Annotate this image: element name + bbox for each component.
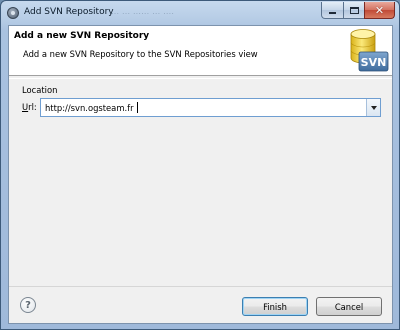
banner-separator bbox=[9, 78, 392, 79]
button-bar-separator bbox=[9, 286, 392, 287]
title-bar[interactable]: Add SVN Repository ... ... ...... ... ..… bbox=[1, 1, 399, 27]
help-button[interactable]: ? bbox=[20, 297, 36, 313]
banner-description: Add a new SVN Repository to the SVN Repo… bbox=[23, 49, 258, 59]
url-dropdown-button[interactable] bbox=[366, 99, 380, 116]
url-label-rest: rl: bbox=[28, 102, 37, 112]
svn-repository-icon: SVN bbox=[350, 29, 389, 72]
maximize-icon bbox=[349, 6, 359, 14]
background-ghost-text: ... ... ...... ... .... bbox=[111, 7, 175, 16]
finish-button[interactable]: Finish bbox=[242, 297, 308, 316]
url-combobox[interactable] bbox=[40, 98, 381, 117]
window-title: Add SVN Repository bbox=[24, 7, 114, 17]
dialog-client-area: Add a new SVN Repository Add a new SVN R… bbox=[8, 25, 393, 324]
text-caret bbox=[137, 102, 138, 113]
help-icon: ? bbox=[25, 299, 31, 311]
url-label: Url: bbox=[22, 102, 37, 112]
url-input[interactable] bbox=[41, 99, 366, 116]
chevron-down-icon bbox=[370, 105, 377, 110]
close-icon: ✕ bbox=[374, 3, 385, 17]
svn-logo-text: SVN bbox=[361, 56, 387, 69]
minimize-button[interactable] bbox=[321, 2, 344, 19]
close-button[interactable]: ✕ bbox=[364, 2, 395, 19]
dialog-window: Add SVN Repository ... ... ...... ... ..… bbox=[0, 0, 400, 330]
wizard-banner: Add a new SVN Repository Add a new SVN R… bbox=[9, 26, 392, 76]
maximize-button[interactable] bbox=[343, 2, 365, 19]
eclipse-icon bbox=[7, 7, 19, 19]
location-group-label: Location bbox=[22, 85, 58, 95]
minimize-icon bbox=[329, 11, 336, 14]
cancel-button[interactable]: Cancel bbox=[316, 297, 382, 316]
banner-title: Add a new SVN Repository bbox=[14, 31, 150, 41]
